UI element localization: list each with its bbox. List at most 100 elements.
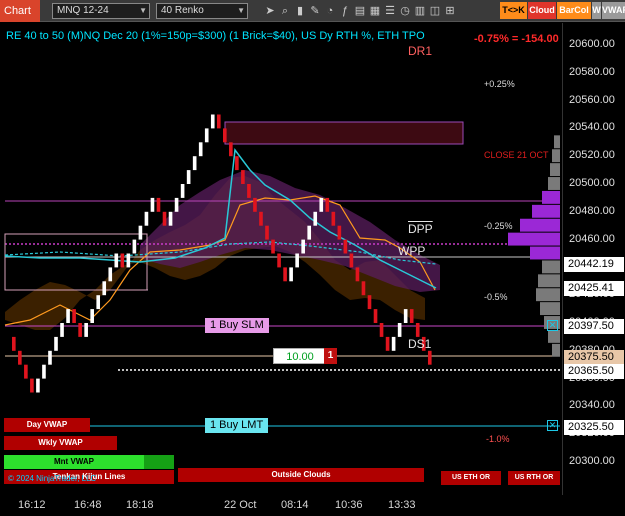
volume-profile-bar (532, 204, 560, 218)
cursor-icon[interactable]: ➤ (262, 3, 278, 19)
volume-profile-bar (538, 274, 560, 288)
chart-title: RE 40 to 50 (M)NQ Dec 20 (1%=150p=$300) … (6, 30, 425, 42)
volume-profile-bar (548, 177, 560, 190)
price-tick-label: 20600.00 (569, 38, 615, 50)
renko-brick (24, 364, 28, 379)
grid-icon[interactable]: ▦ (367, 3, 383, 19)
renko-brick (180, 184, 185, 198)
plus025-label: +0.25% (484, 79, 515, 89)
toolbar-button-w[interactable]: W (592, 2, 601, 19)
renko-brick (60, 323, 64, 337)
renko-brick (355, 267, 360, 282)
pnl-readout: -0.75% = -154.00 (474, 33, 559, 45)
instrument-selector-value: MNQ 12-24 (57, 5, 109, 16)
renko-brick (72, 309, 76, 323)
price-tag: 20365.50 (564, 363, 624, 379)
wpp-label: WPP (398, 244, 426, 258)
renko-brick (361, 281, 366, 296)
toolbar-button-t-k[interactable]: T<>K (500, 2, 527, 19)
copyright-notice: © 2024 NinjaTrader, LLC (8, 474, 97, 483)
instrument-selector[interactable]: MNQ 12-24 ▼ (52, 3, 150, 19)
renko-brick (198, 142, 203, 157)
renko-brick (120, 253, 125, 268)
renko-brick (337, 225, 342, 240)
time-tick-label: 22 Oct (224, 499, 257, 511)
minus025-label: -0.25% (484, 221, 513, 231)
toolbar-button-barcol[interactable]: BarCol (557, 2, 591, 19)
renko-brick (36, 378, 40, 393)
price-tick-label: 20480.00 (569, 204, 615, 217)
bubble-icon[interactable]: ◔ (322, 3, 338, 19)
chevron-down-icon: ▼ (139, 6, 147, 15)
range-box (4, 233, 148, 291)
renko-brick (90, 309, 94, 323)
renko-brick (48, 350, 52, 365)
volume-profile-bar (520, 218, 560, 232)
price-tick-label: 20540.00 (569, 121, 615, 134)
renko-brick (343, 239, 348, 254)
toolbar-button-cloud[interactable]: Cloud (528, 2, 556, 19)
outside-clouds-button[interactable]: Outside Clouds (178, 468, 424, 482)
renko-brick (253, 197, 257, 212)
price-tag: 20397.50 (564, 319, 624, 335)
renko-brick (235, 156, 239, 171)
renko-brick (66, 309, 70, 323)
dpp-label: DPP (408, 222, 433, 236)
renko-brick (307, 225, 312, 240)
mnt-vwap-button[interactable]: Mnt VWAP (4, 455, 144, 469)
price-tag: 20325.50 (564, 419, 624, 435)
renko-brick (271, 239, 275, 254)
renko-brick (84, 323, 88, 337)
renko-brick (373, 309, 378, 323)
toolbar-button-vwap[interactable]: VWAP (602, 2, 625, 19)
close-icon[interactable]: ✕ (547, 420, 558, 431)
dr1-label: DR1 (408, 44, 433, 58)
day-vwap-button[interactable]: Day VWAP (4, 418, 90, 432)
renko-brick (241, 170, 245, 184)
renko-brick (150, 197, 155, 212)
data-icon[interactable]: ◫ (427, 3, 443, 19)
volume-profile-bar (552, 149, 560, 163)
magnifier-icon[interactable]: ⌕ (277, 3, 293, 19)
us-eth-or-button[interactable]: US ETH OR (441, 471, 501, 485)
chart-icon[interactable]: ▥ (412, 3, 428, 19)
chevron-down-icon: ▼ (237, 6, 245, 15)
renko-brick (156, 197, 161, 212)
renko-brick (427, 350, 432, 365)
bar-type-selector[interactable]: 40 Renko ▼ (156, 3, 248, 19)
renko-brick (12, 336, 16, 351)
time-tick-label: 18:18 (126, 499, 154, 511)
renko-brick (54, 336, 58, 351)
renko-brick (265, 225, 269, 240)
chart-tab[interactable]: Chart (0, 0, 40, 22)
renko-brick (108, 267, 113, 282)
us-rth-or-button[interactable]: US RTH OR (508, 471, 560, 485)
bar-style-icon[interactable]: ▮ (292, 3, 308, 19)
buy-lmt-order-button[interactable]: 1 Buy LMT (205, 418, 269, 433)
buy-slm-order-button[interactable]: 1 Buy SLM (205, 318, 269, 333)
renko-brick (277, 253, 281, 268)
price-tick-label: 20460.00 (569, 232, 615, 245)
time-icon[interactable]: ◷ (397, 3, 413, 19)
indicator-icon[interactable]: ƒ (337, 3, 353, 19)
volume-profile-bar (540, 302, 560, 316)
wkly-vwap-button[interactable]: Wkly VWAP (4, 436, 117, 450)
link-icon[interactable]: ⊞ (442, 3, 458, 19)
close-icon[interactable]: ✕ (547, 320, 558, 331)
time-tick-label: 10:36 (335, 499, 363, 511)
renko-brick (223, 128, 227, 143)
template-icon[interactable]: ▤ (352, 3, 368, 19)
renko-brick (367, 295, 372, 310)
renko-brick (229, 142, 233, 157)
renko-brick (162, 211, 167, 226)
close-21-oct-label: CLOSE 21 OCT (484, 150, 549, 160)
volume-profile-bar (552, 343, 560, 357)
renko-brick (186, 170, 191, 184)
order-quantity-input[interactable]: 10.00 (273, 348, 327, 364)
drawing-tool-icon[interactable]: ✎ (307, 3, 323, 19)
renko-brick (391, 336, 396, 351)
renko-brick (42, 364, 46, 379)
renko-brick (192, 156, 197, 171)
renko-brick (385, 336, 390, 351)
properties-icon[interactable]: ☰ (382, 3, 398, 19)
